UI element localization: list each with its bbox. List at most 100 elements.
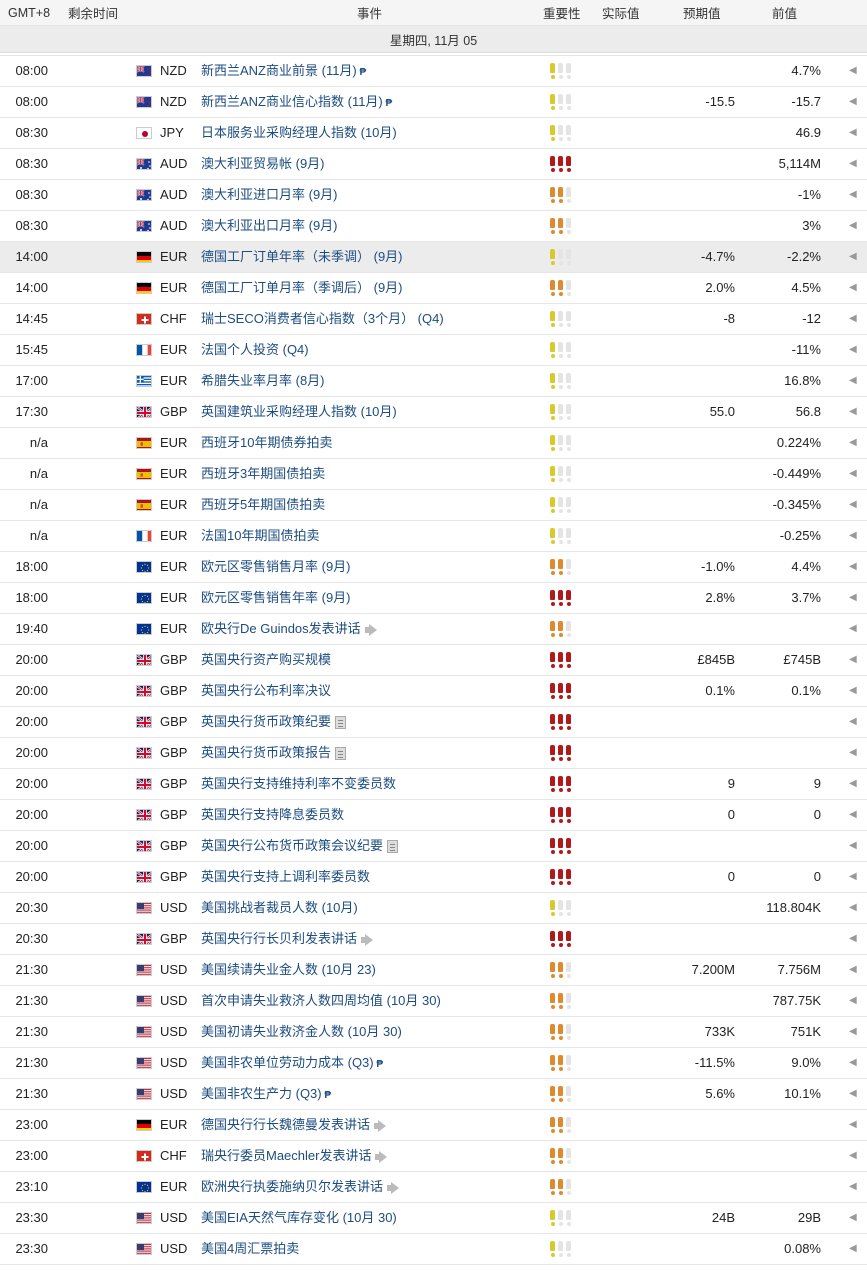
event-name-link[interactable]: 英国央行货币政策报告: [201, 738, 347, 768]
event-row[interactable]: 20:30 GBP 英国央行行长贝利发表讲话 ◀: [0, 924, 867, 955]
expand-arrow-icon[interactable]: ◀: [849, 1048, 859, 1078]
expand-arrow-icon[interactable]: ◀: [849, 800, 859, 830]
event-row[interactable]: 23:10 EUR 欧洲央行执委施纳贝尔发表讲话 ◀: [0, 1172, 867, 1203]
expand-arrow-icon[interactable]: ◀: [849, 1141, 859, 1171]
event-name[interactable]: 美国非农单位劳动力成本 (Q3): [201, 1055, 374, 1070]
event-row[interactable]: 19:40 EUR 欧央行De Guindos发表讲话 ◀: [0, 614, 867, 645]
event-name-link[interactable]: 美国非农单位劳动力成本 (Q3) ₱: [201, 1048, 383, 1078]
event-row[interactable]: 20:00 GBP 英国央行支持上调利率委员数 0 0 ◀: [0, 862, 867, 893]
event-row[interactable]: 23:30 USD 美国4周汇票拍卖 0.08% ◀: [0, 1234, 867, 1265]
event-row[interactable]: n/a EUR 西班牙3年期国债拍卖 -0.449% ◀: [0, 459, 867, 490]
expand-arrow-icon[interactable]: ◀: [849, 149, 859, 179]
event-name[interactable]: 美国非农生产力 (Q3): [201, 1086, 322, 1101]
expand-arrow-icon[interactable]: ◀: [849, 87, 859, 117]
event-name[interactable]: 德国央行行长魏德曼发表讲话: [201, 1117, 370, 1132]
event-row[interactable]: 20:00 GBP 英国央行资产购买规模 £845B £745B ◀: [0, 645, 867, 676]
event-row[interactable]: 08:30 AUD 澳大利亚出口月率 (9月) 3% ◀: [0, 211, 867, 242]
event-row[interactable]: n/a EUR 西班牙10年期债券拍卖 0.224% ◀: [0, 428, 867, 459]
event-row[interactable]: 21:30 USD 美国非农单位劳动力成本 (Q3) ₱ -11.5% 9.0% ◀: [0, 1048, 867, 1079]
expand-arrow-icon[interactable]: ◀: [849, 552, 859, 582]
event-name[interactable]: 英国央行公布利率决议: [201, 683, 331, 698]
expand-arrow-icon[interactable]: ◀: [849, 769, 859, 799]
event-row[interactable]: 20:00 GBP 英国央行公布利率决议 0.1% 0.1% ◀: [0, 676, 867, 707]
event-name-link[interactable]: 澳大利亚贸易帐 (9月): [201, 149, 325, 179]
event-name-link[interactable]: 澳大利亚进口月率 (9月): [201, 180, 338, 210]
expand-arrow-icon[interactable]: ◀: [849, 1172, 859, 1202]
expand-arrow-icon[interactable]: ◀: [849, 211, 859, 241]
event-name-link[interactable]: 希腊失业率月率 (8月): [201, 366, 325, 396]
expand-arrow-icon[interactable]: ◀: [849, 428, 859, 458]
expand-arrow-icon[interactable]: ◀: [849, 614, 859, 644]
expand-arrow-icon[interactable]: ◀: [849, 459, 859, 489]
event-name-link[interactable]: 英国央行公布货币政策会议纪要: [201, 831, 399, 861]
event-name[interactable]: 欧元区零售销售月率 (9月): [201, 559, 351, 574]
event-row[interactable]: 08:00 NZD 新西兰ANZ商业前景 (11月) ₱ 4.7% ◀: [0, 56, 867, 87]
event-row[interactable]: 21:30 USD 美国初请失业救济金人数 (10月 30) 733K 751K ◀: [0, 1017, 867, 1048]
event-name[interactable]: 澳大利亚贸易帐 (9月): [201, 156, 325, 171]
event-name[interactable]: 新西兰ANZ商业前景 (11月): [201, 63, 357, 78]
event-name-link[interactable]: 德国工厂订单月率（季调后） (9月): [201, 273, 403, 303]
expand-arrow-icon[interactable]: ◀: [849, 56, 859, 86]
event-name-link[interactable]: 欧元区零售销售年率 (9月): [201, 583, 351, 613]
event-name-link[interactable]: 瑞士SECO消费者信心指数（3个月） (Q4): [201, 304, 444, 334]
expand-arrow-icon[interactable]: ◀: [849, 335, 859, 365]
event-name-link[interactable]: 西班牙10年期债券拍卖: [201, 428, 332, 458]
event-name-link[interactable]: 西班牙3年期国债拍卖: [201, 459, 325, 489]
expand-arrow-icon[interactable]: ◀: [849, 273, 859, 303]
event-row[interactable]: 21:30 USD 美国续请失业金人数 (10月 23) 7.200M 7.756M ◀: [0, 955, 867, 986]
event-name-link[interactable]: 日本服务业采购经理人指数 (10月): [201, 118, 397, 148]
event-row[interactable]: 08:00 NZD 新西兰ANZ商业信心指数 (11月) ₱ -15.5 -15.7 ◀: [0, 87, 867, 118]
event-name[interactable]: 美国初请失业救济金人数 (10月 30): [201, 1024, 402, 1039]
expand-arrow-icon[interactable]: ◀: [849, 1234, 859, 1264]
event-name[interactable]: 欧央行De Guindos发表讲话: [201, 621, 361, 636]
event-row[interactable]: n/a EUR 法国10年期国债拍卖 -0.25% ◀: [0, 521, 867, 552]
event-name-link[interactable]: 美国初请失业救济金人数 (10月 30): [201, 1017, 402, 1047]
event-name[interactable]: 英国央行货币政策纪要: [201, 714, 331, 729]
expand-arrow-icon[interactable]: ◀: [849, 397, 859, 427]
event-name[interactable]: 美国续请失业金人数 (10月 23): [201, 962, 376, 977]
event-name-link[interactable]: 欧元区零售销售月率 (9月): [201, 552, 351, 582]
event-row[interactable]: 14:45 CHF 瑞士SECO消费者信心指数（3个月） (Q4) -8 -12 ◀: [0, 304, 867, 335]
expand-arrow-icon[interactable]: ◀: [849, 304, 859, 334]
event-name-link[interactable]: 英国央行支持降息委员数: [201, 800, 344, 830]
event-name-link[interactable]: 美国挑战者裁员人数 (10月): [201, 893, 358, 923]
event-name-link[interactable]: 德国工厂订单年率（未季调） (9月): [201, 242, 403, 272]
event-name[interactable]: 法国个人投资 (Q4): [201, 342, 309, 357]
event-name[interactable]: 瑞士SECO消费者信心指数（3个月） (Q4): [201, 311, 444, 326]
event-row[interactable]: 23:00 EUR 德国央行行长魏德曼发表讲话 ◀: [0, 1110, 867, 1141]
event-row[interactable]: 17:30 GBP 英国建筑业采购经理人指数 (10月) 55.0 56.8 ◀: [0, 397, 867, 428]
event-name-link[interactable]: 欧央行De Guindos发表讲话: [201, 614, 379, 644]
event-row[interactable]: n/a EUR 西班牙5年期国债拍卖 -0.345% ◀: [0, 490, 867, 521]
event-name[interactable]: 法国10年期国债拍卖: [201, 528, 319, 543]
event-row[interactable]: 14:00 EUR 德国工厂订单月率（季调后） (9月) 2.0% 4.5% ◀: [0, 273, 867, 304]
event-row[interactable]: 17:00 EUR 希腊失业率月率 (8月) 16.8% ◀: [0, 366, 867, 397]
expand-arrow-icon[interactable]: ◀: [849, 645, 859, 675]
expand-arrow-icon[interactable]: ◀: [849, 738, 859, 768]
event-row[interactable]: 08:30 JPY 日本服务业采购经理人指数 (10月) 46.9 ◀: [0, 118, 867, 149]
event-name[interactable]: 瑞央行委员Maechler发表讲话: [201, 1148, 371, 1163]
event-name[interactable]: 新西兰ANZ商业信心指数 (11月): [201, 94, 383, 109]
event-name[interactable]: 西班牙10年期债券拍卖: [201, 435, 332, 450]
event-name[interactable]: 德国工厂订单年率（未季调） (9月): [201, 249, 403, 264]
event-name-link[interactable]: 英国央行公布利率决议: [201, 676, 331, 706]
event-name[interactable]: 澳大利亚进口月率 (9月): [201, 187, 338, 202]
event-row[interactable]: 23:30 USD 美国EIA天然气库存变化 (10月 30) 24B 29B ◀: [0, 1203, 867, 1234]
event-name[interactable]: 西班牙3年期国债拍卖: [201, 466, 325, 481]
event-name-link[interactable]: 英国建筑业采购经理人指数 (10月): [201, 397, 397, 427]
event-row[interactable]: 08:30 AUD 澳大利亚贸易帐 (9月) 5,114M ◀: [0, 149, 867, 180]
event-name[interactable]: 美国EIA天然气库存变化 (10月 30): [201, 1210, 397, 1225]
event-row[interactable]: 21:30 USD 首次申请失业救济人数四周均值 (10月 30) 787.75K ◀: [0, 986, 867, 1017]
expand-arrow-icon[interactable]: ◀: [849, 707, 859, 737]
event-row[interactable]: 18:00 EUR 欧元区零售销售年率 (9月) 2.8% 3.7% ◀: [0, 583, 867, 614]
event-name-link[interactable]: 美国4周汇票拍卖: [201, 1234, 299, 1264]
expand-arrow-icon[interactable]: ◀: [849, 583, 859, 613]
event-name-link[interactable]: 英国央行资产购买规模: [201, 645, 331, 675]
expand-arrow-icon[interactable]: ◀: [849, 1079, 859, 1109]
event-name[interactable]: 英国央行支持上调利率委员数: [201, 869, 370, 884]
event-name-link[interactable]: 法国个人投资 (Q4): [201, 335, 309, 365]
event-name-link[interactable]: 德国央行行长魏德曼发表讲话: [201, 1110, 388, 1140]
event-name[interactable]: 欧洲央行执委施纳贝尔发表讲话: [201, 1179, 383, 1194]
event-name[interactable]: 德国工厂订单月率（季调后） (9月): [201, 280, 403, 295]
event-name-link[interactable]: 英国央行行长贝利发表讲话: [201, 924, 375, 954]
event-row[interactable]: 20:00 GBP 英国央行支持降息委员数 0 0 ◀: [0, 800, 867, 831]
